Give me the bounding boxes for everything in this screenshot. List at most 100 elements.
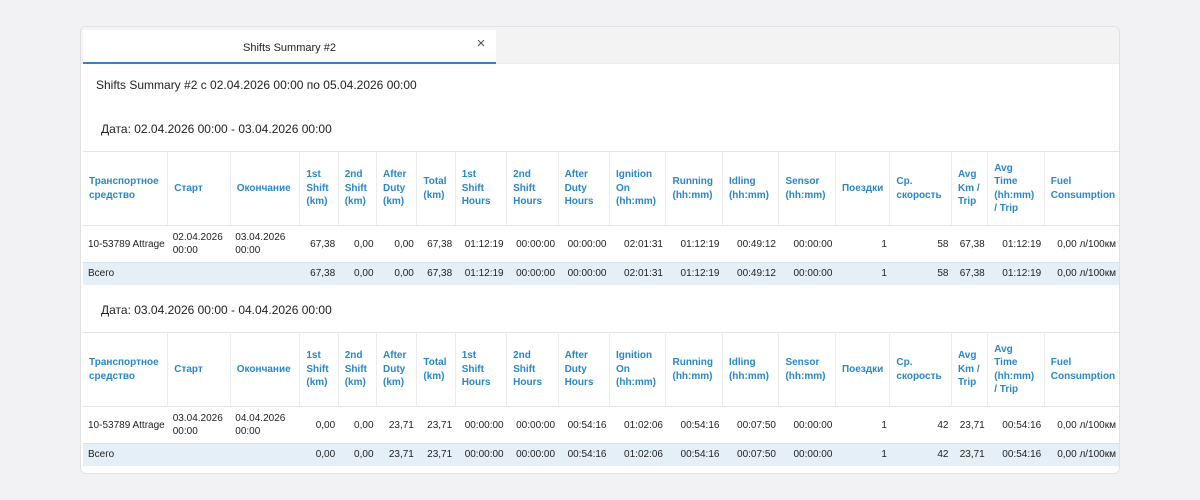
col-header-shift1-km[interactable]: 1st Shift (km) <box>299 332 339 407</box>
cell-shift2-hours: 00:00:00 <box>506 262 559 285</box>
cell-vehicle: Всего <box>83 443 168 466</box>
col-header-running[interactable]: Running (hh:mm) <box>665 151 723 226</box>
col-header-ignition-on[interactable]: Ignition On (hh:mm) <box>609 151 667 226</box>
cell-ignition-on: 01:02:06 <box>624 419 663 431</box>
cell-shift1-hours: 00:00:00 <box>464 419 504 431</box>
col-header-idling[interactable]: Idling (hh:mm) <box>722 332 780 407</box>
section-date: Дата: 02.04.2026 00:00 - 03.04.2026 00:0… <box>101 122 332 136</box>
cell-start <box>167 443 231 466</box>
table-row: 10-53789 Attrage 02.04.2026 00:00 03.04.20… <box>83 226 1119 263</box>
cell-after-duty-km: 0,00 <box>376 262 417 285</box>
cell-fuel-consumption: 0,00 л/100км <box>1057 419 1116 431</box>
cell-sensor: 00:00:00 <box>778 262 836 285</box>
cell-running: 01:12:19 <box>665 262 723 285</box>
cell-start: 03.04.2026 00:00 <box>172 413 223 437</box>
cell-avg-speed: 42 <box>937 419 949 431</box>
cell-idling: 00:07:50 <box>722 443 779 466</box>
cell-running: 00:54:16 <box>680 419 720 431</box>
col-header-avg-speed[interactable]: Ср. скорость <box>889 332 952 407</box>
total-row: Всего 67,38 0,00 0,00 67,38 01:12:19 00:00:00 0… <box>83 262 1119 285</box>
cell-avg-time-trip: 00:54:16 <box>1002 419 1042 431</box>
col-header-avg-speed[interactable]: Ср. скорость <box>889 151 952 226</box>
cell-shift1-km: 0,00 <box>299 443 339 466</box>
cell-fuel-consumption: 0,00 л/100км <box>1057 238 1116 250</box>
cell-trips: 1 <box>881 238 887 250</box>
col-header-running[interactable]: Running (hh:mm) <box>665 332 723 407</box>
col-header-after-duty-hours[interactable]: After Duty Hours <box>558 151 611 226</box>
cell-sensor: 00:00:00 <box>793 419 833 431</box>
cell-shift2-km: 0,00 <box>338 443 377 466</box>
cell-total-km: 23,71 <box>416 443 456 466</box>
cell-avg-km-trip: 23,71 <box>951 443 988 466</box>
col-header-vehicle[interactable]: Транспортное средство <box>83 151 169 226</box>
col-header-sensor[interactable]: Sensor (hh:mm) <box>778 151 836 226</box>
cell-shift1-hours: 01:12:19 <box>455 262 507 285</box>
cell-vehicle: 10-53789 Attrage <box>88 419 165 431</box>
cell-idling: 00:07:50 <box>737 419 776 431</box>
cell-after-duty-hours: 00:00:00 <box>558 262 610 285</box>
cell-shift1-km: 67,38 <box>310 238 336 250</box>
cell-shift2-km: 0,00 <box>354 419 374 431</box>
col-header-idling[interactable]: Idling (hh:mm) <box>722 151 780 226</box>
col-header-trips[interactable]: Поездки <box>835 332 891 407</box>
col-header-total-km[interactable]: Total (km) <box>416 332 456 407</box>
col-header-avg-km-trip[interactable]: Avg Km / Trip <box>951 332 989 407</box>
col-header-avg-km-trip[interactable]: Avg Km / Trip <box>951 151 989 226</box>
col-header-sensor[interactable]: Sensor (hh:mm) <box>778 332 836 407</box>
table-row: 10-53789 Attrage 03.04.2026 00:00 04.04.20… <box>83 407 1119 444</box>
cell-fuel-consumption: 0,00 л/100км <box>1044 262 1119 285</box>
col-header-end[interactable]: Окончание <box>230 332 301 407</box>
cell-vehicle: Всего <box>83 262 168 285</box>
col-header-after-duty-km[interactable]: After Duty (km) <box>376 151 418 226</box>
col-header-ignition-on[interactable]: Ignition On (hh:mm) <box>609 332 667 407</box>
col-header-shift2-hours[interactable]: 2nd Shift Hours <box>506 151 559 226</box>
cell-avg-time-trip: 01:12:19 <box>1002 238 1042 250</box>
cell-ignition-on: 02:01:31 <box>609 262 666 285</box>
cell-end: 04.04.2026 00:00 <box>235 413 286 437</box>
tab-shifts-summary[interactable]: Shifts Summary #2 × <box>83 30 496 64</box>
col-header-trips[interactable]: Поездки <box>835 151 891 226</box>
cell-shift1-km: 67,38 <box>299 262 339 285</box>
cell-ignition-on: 02:01:31 <box>624 238 663 250</box>
col-header-fuel-consumption[interactable]: Fuel Consumption <box>1044 332 1119 407</box>
cell-running: 01:12:19 <box>680 238 720 250</box>
cell-running: 00:54:16 <box>665 443 723 466</box>
cell-idling: 00:49:12 <box>737 238 776 250</box>
total-row: Всего 0,00 0,00 23,71 23,71 00:00:00 00:00:00 0… <box>83 443 1119 466</box>
col-header-avg-time-trip[interactable]: Avg Time (hh:mm) / Trip <box>987 332 1045 407</box>
cell-avg-km-trip: 67,38 <box>951 262 988 285</box>
col-header-shift2-hours[interactable]: 2nd Shift Hours <box>506 332 559 407</box>
cell-start: 02.04.2026 00:00 <box>172 232 223 256</box>
cell-avg-time-trip: 00:54:16 <box>987 443 1045 466</box>
header-row: Транспортное средство Старт Окончание 1st S… <box>83 332 1119 407</box>
col-header-fuel-consumption[interactable]: Fuel Consumption <box>1044 151 1119 226</box>
col-header-after-duty-km[interactable]: After Duty (km) <box>376 332 418 407</box>
cell-after-duty-hours: 00:54:16 <box>558 443 610 466</box>
header-row: Транспортное средство Старт Окончание 1st S… <box>83 151 1119 226</box>
col-header-avg-time-trip[interactable]: Avg Time (hh:mm) / Trip <box>987 151 1045 226</box>
cell-ignition-on: 01:02:06 <box>609 443 666 466</box>
col-header-start[interactable]: Старт <box>167 151 231 226</box>
col-header-end[interactable]: Окончание <box>230 151 301 226</box>
col-header-start[interactable]: Старт <box>167 332 231 407</box>
col-header-shift2-km[interactable]: 2nd Shift (km) <box>338 332 378 407</box>
cell-total-km: 67,38 <box>427 238 453 250</box>
close-icon[interactable]: × <box>472 35 490 53</box>
tab-bar: Shifts Summary #2 × <box>81 27 1119 64</box>
col-header-vehicle[interactable]: Транспортное средство <box>83 332 169 407</box>
cell-vehicle: 10-53789 Attrage <box>88 238 165 250</box>
cell-trips: 1 <box>835 262 890 285</box>
cell-avg-speed: 58 <box>937 238 949 250</box>
cell-after-duty-km: 23,71 <box>376 443 417 466</box>
col-header-total-km[interactable]: Total (km) <box>416 151 456 226</box>
col-header-after-duty-hours[interactable]: After Duty Hours <box>558 332 611 407</box>
cell-avg-km-trip: 67,38 <box>959 238 985 250</box>
cell-after-duty-km: 23,71 <box>388 419 414 431</box>
cell-shift2-hours: 00:00:00 <box>516 419 556 431</box>
cell-end <box>230 262 300 285</box>
col-header-shift1-hours[interactable]: 1st Shift Hours <box>455 332 508 407</box>
tab-label: Shifts Summary #2 <box>243 42 336 54</box>
col-header-shift2-km[interactable]: 2nd Shift (km) <box>338 151 378 226</box>
col-header-shift1-km[interactable]: 1st Shift (km) <box>299 151 339 226</box>
col-header-shift1-hours[interactable]: 1st Shift Hours <box>455 151 508 226</box>
